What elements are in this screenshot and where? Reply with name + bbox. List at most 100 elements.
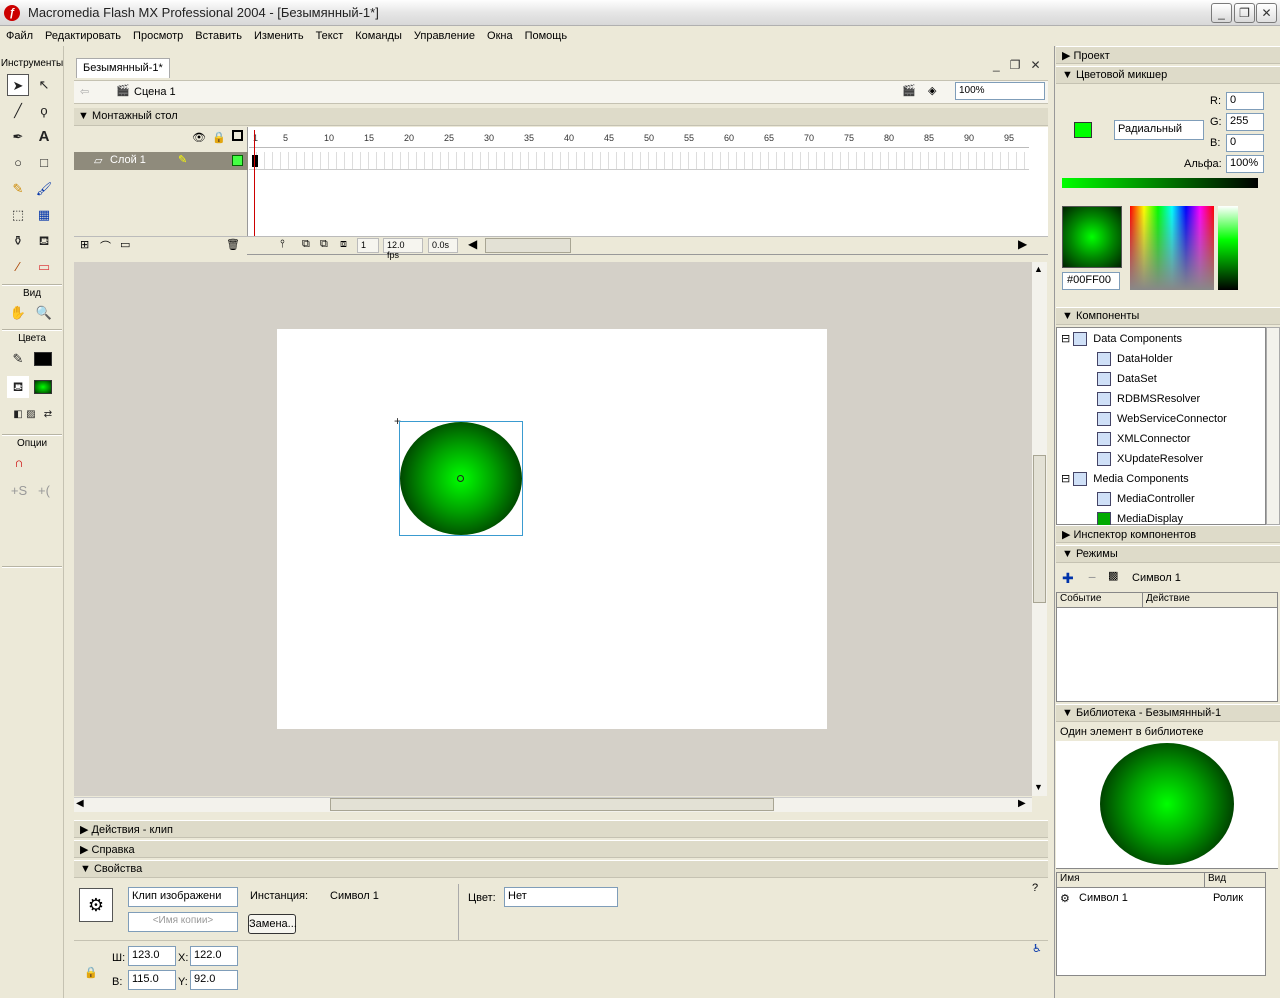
stroke-color-swatch[interactable] [34, 352, 52, 366]
pencil-tool-icon[interactable]: ✎ [7, 178, 29, 200]
subselection-tool-icon[interactable]: ↖ [33, 74, 55, 96]
component-item[interactable]: XMLConnector [1097, 432, 1190, 446]
doc-restore-icon[interactable]: ❐ [1010, 58, 1021, 72]
lock-icon[interactable]: 🔒 [212, 131, 226, 144]
library-name-column[interactable]: Имя [1057, 873, 1205, 888]
menu-commands[interactable]: Команды [349, 27, 408, 45]
hand-tool-icon[interactable]: ✋ [7, 302, 29, 324]
component-item[interactable]: DataSet [1097, 372, 1157, 386]
library-header[interactable]: ▼ Библиотека - Безымянный-1 [1056, 704, 1280, 722]
fill-transform-tool-icon[interactable]: ▦ [33, 204, 55, 226]
menu-control[interactable]: Управление [408, 27, 481, 45]
swap-colors-icon[interactable]: ⇄ [37, 404, 59, 426]
accessibility-icon[interactable]: ♿ [1032, 942, 1042, 955]
paint-bucket-tool-icon[interactable]: ⛾ [33, 230, 55, 252]
zoom-tool-icon[interactable]: 🔍 [33, 302, 55, 324]
width-input[interactable]: 123.0 [128, 946, 176, 966]
onion-outlines-icon[interactable]: ⧉ [320, 238, 328, 251]
brush-tool-icon[interactable]: 🖌 [33, 178, 55, 200]
scroll-right-icon[interactable]: ▶ [1018, 798, 1026, 809]
mixer-fill-swatch[interactable] [1074, 122, 1092, 138]
horizontal-scroll-thumb[interactable] [330, 798, 774, 811]
x-input[interactable]: 122.0 [190, 946, 238, 966]
hex-color-input[interactable]: #00FF00 [1062, 272, 1120, 290]
timeline-scroll-thumb[interactable] [485, 238, 571, 253]
smooth-option-icon[interactable]: +S [8, 480, 30, 502]
movie-clip-instance[interactable] [399, 421, 523, 536]
scroll-up-icon[interactable]: ▲ [1034, 264, 1043, 274]
component-item[interactable]: RDBMSResolver [1097, 392, 1200, 406]
menu-edit[interactable]: Редактировать [39, 27, 127, 45]
edit-symbols-icon[interactable]: ◈ [928, 84, 936, 97]
center-frame-icon[interactable]: ⫯ [280, 238, 285, 251]
instance-name-input[interactable]: <Имя копии> [128, 912, 238, 932]
layer-row[interactable]: ▱ Слой 1 ✎ [74, 152, 248, 170]
tree-group-data[interactable]: ⊟ Data Components [1061, 332, 1182, 347]
edit-scene-icon[interactable]: 🎬 [902, 84, 916, 97]
menu-text[interactable]: Текст [310, 27, 350, 45]
actions-panel-header[interactable]: ▶ Действия - клип [74, 820, 1048, 838]
scroll-down-icon[interactable]: ▼ [1034, 782, 1043, 792]
scroll-left-icon[interactable]: ◀ [468, 237, 477, 251]
lock-proportions-icon[interactable]: 🔒 [84, 966, 98, 979]
menu-file[interactable]: Файл [0, 27, 39, 45]
component-item[interactable]: DataHolder [1097, 352, 1173, 366]
text-tool-icon[interactable]: A [33, 126, 55, 148]
library-item[interactable]: ⚙ Символ 1 Ролик [1057, 891, 1265, 907]
free-transform-tool-icon[interactable]: ⬚ [7, 204, 29, 226]
y-input[interactable]: 92.0 [190, 970, 238, 990]
b-input[interactable]: 0 [1226, 134, 1264, 152]
document-tab[interactable]: Безымянный-1* [76, 58, 170, 78]
onion-skin-icon[interactable]: ⧉ [302, 238, 310, 251]
event-column-header[interactable]: Событие [1057, 593, 1143, 608]
action-column-header[interactable]: Действие [1143, 593, 1277, 608]
remove-behavior-icon[interactable]: − [1088, 569, 1096, 585]
rectangle-tool-icon[interactable]: □ [33, 152, 55, 174]
add-layer-icon[interactable]: ⊞ [80, 238, 89, 251]
minimize-button[interactable]: _ [1211, 3, 1232, 23]
height-input[interactable]: 115.0 [128, 970, 176, 990]
gradient-bar[interactable] [1062, 178, 1258, 188]
eyedropper-tool-icon[interactable]: ⁄ [7, 256, 29, 278]
doc-close-icon[interactable]: ✕ [1030, 58, 1040, 72]
vertical-scroll-thumb[interactable] [1033, 455, 1046, 603]
color-mixer-header[interactable]: ▼ Цветовой микшер [1056, 66, 1280, 84]
help-icon[interactable]: ? [1032, 882, 1038, 894]
close-button[interactable]: ✕ [1256, 3, 1277, 23]
component-item[interactable]: MediaController [1097, 492, 1195, 506]
ink-bottle-tool-icon[interactable]: ⚱ [7, 230, 29, 252]
components-header[interactable]: ▼ Компоненты [1056, 307, 1280, 325]
menu-help[interactable]: Помощь [519, 27, 574, 45]
g-input[interactable]: 255 [1226, 113, 1264, 131]
tree-group-media[interactable]: ⊟ Media Components [1061, 472, 1189, 487]
library-kind-column[interactable]: Вид [1205, 873, 1265, 888]
eye-icon[interactable]: 👁 [192, 131, 206, 144]
frame-rate[interactable]: 12.0 fps [383, 238, 423, 260]
r-input[interactable]: 0 [1226, 92, 1264, 110]
stage[interactable] [277, 329, 827, 729]
delete-layer-icon[interactable]: 🗑 [226, 238, 240, 251]
menu-insert[interactable]: Вставить [189, 27, 248, 45]
keyframe[interactable] [252, 155, 258, 167]
properties-panel-header[interactable]: ▼ Свойства [74, 860, 1048, 878]
component-item[interactable]: XUpdateResolver [1097, 452, 1203, 466]
frame-cells[interactable] [249, 152, 1029, 170]
zoom-select[interactable]: 100% [955, 82, 1045, 100]
eraser-tool-icon[interactable]: ▭ [33, 256, 55, 278]
color-spectrum[interactable] [1130, 206, 1214, 290]
swap-button[interactable]: Замена... [248, 914, 297, 934]
menu-window[interactable]: Окна [481, 27, 519, 45]
doc-minimize-icon[interactable]: _ [993, 58, 1000, 72]
help-panel-header[interactable]: ▶ Справка [74, 840, 1048, 858]
layer-color-icon[interactable] [232, 155, 243, 166]
fill-color-swatch[interactable] [34, 380, 52, 394]
pen-tool-icon[interactable]: ✒ [7, 126, 29, 148]
straighten-option-icon[interactable]: +( [33, 480, 55, 502]
alpha-input[interactable]: 100% [1226, 155, 1264, 173]
selection-tool-icon[interactable]: ➤ [7, 74, 29, 96]
add-folder-icon[interactable]: ▭ [120, 238, 130, 251]
oval-tool-icon[interactable]: ○ [7, 152, 29, 174]
component-item[interactable]: WebServiceConnector [1097, 412, 1227, 426]
layer-name[interactable]: Слой 1 [110, 154, 146, 166]
color-effect-select[interactable]: Нет [504, 887, 618, 907]
